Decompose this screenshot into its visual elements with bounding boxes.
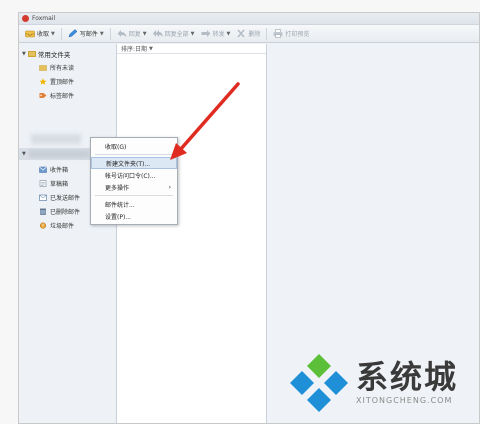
folder-icon: [39, 64, 47, 71]
forward-icon: [201, 30, 210, 37]
sidebar-item-label: 草稿箱: [50, 180, 69, 188]
menu-item-label: 收取(G): [105, 143, 127, 151]
menu-item-label: 帐号访问口令(C)...: [105, 172, 156, 180]
sort-label: 排序:日期: [121, 46, 148, 53]
sidebar-item-pinned[interactable]: 置顶邮件: [19, 74, 116, 88]
folder-sidebar: ▼ 常用文件夹 所有未读 置顶邮件 标签邮件 ▼ 收件箱 草稿箱 已发送邮件 已…: [19, 44, 117, 423]
chevron-right-icon: ›: [168, 183, 171, 191]
chevron-down-icon[interactable]: ▼: [149, 46, 153, 52]
menu-item-label: 更多操作: [105, 184, 130, 192]
chevron-down-icon[interactable]: ▼: [143, 31, 147, 37]
star-icon: [39, 77, 47, 85]
sidebar-item-label: 收件箱: [50, 166, 69, 174]
logo-diamond-top: [307, 354, 331, 378]
folder-icon: [27, 51, 36, 57]
chevron-down-icon[interactable]: ▼: [51, 31, 55, 37]
toolbar: 收取 ▼ 写邮件 ▼ 回复 ▼ 回复全部 ▼ 转发 ▼ 删除 打印预览: [19, 25, 479, 43]
sort-header[interactable]: 排序:日期 ▼: [117, 44, 266, 54]
toolbar-divider: [266, 27, 268, 40]
reply-all-icon: [152, 30, 163, 37]
sent-icon: [39, 194, 47, 201]
menu-item-receive[interactable]: 收取(G): [91, 140, 177, 152]
reply-label: 回复: [128, 31, 141, 38]
blurred-region: [31, 134, 81, 144]
receive-label: 收取: [37, 31, 50, 38]
watermark-title: 系统城: [356, 358, 459, 396]
expand-triangle-icon[interactable]: ▼: [22, 51, 26, 57]
logo-diamond-left: [290, 371, 314, 395]
printer-icon: [273, 29, 283, 38]
chevron-down-icon[interactable]: ▼: [100, 31, 104, 37]
inbox-receive-icon: [25, 30, 35, 38]
common-folders-group: ▼ 常用文件夹 所有未读 置顶邮件 标签邮件: [19, 44, 116, 102]
expand-triangle-icon[interactable]: ▼: [22, 151, 26, 157]
sidebar-item-label: 垃圾邮件: [50, 222, 75, 230]
reply-button[interactable]: 回复 ▼: [117, 29, 147, 38]
delete-x-icon: [237, 29, 245, 38]
draft-icon: [39, 179, 47, 187]
print-preview-button[interactable]: 打印预览: [273, 29, 309, 38]
common-folders-label: 常用文件夹: [37, 51, 71, 59]
watermark-url: XITONGCHENG.COM: [356, 396, 453, 405]
delete-label: 删除: [248, 31, 261, 38]
sidebar-item-label: 标签邮件: [50, 92, 75, 100]
window-title: Foxmail: [32, 15, 56, 22]
context-menu: 收取(G) 新建文件夹(T)... 帐号访问口令(C)... 更多操作 › 邮件…: [90, 137, 178, 225]
toolbar-divider: [60, 27, 62, 40]
sidebar-item-all-unread[interactable]: 所有未读: [19, 60, 116, 74]
sidebar-item-tagged[interactable]: 标签邮件: [19, 88, 116, 102]
sidebar-item-label: 已发送邮件: [50, 194, 81, 202]
menu-item-label: 设置(P)...: [105, 213, 132, 221]
reply-icon: [117, 30, 127, 37]
message-list-pane[interactable]: 排序:日期 ▼: [117, 44, 267, 423]
menu-divider: [95, 195, 173, 196]
receive-button[interactable]: 收取 ▼: [25, 29, 55, 38]
menu-item-account-password[interactable]: 帐号访问口令(C)...: [91, 169, 177, 181]
spam-icon: [39, 222, 47, 229]
menu-item-new-folder[interactable]: 新建文件夹(T)...: [91, 157, 177, 169]
reply-all-button[interactable]: 回复全部 ▼: [152, 29, 195, 38]
menu-divider: [95, 154, 173, 155]
inbox-icon: [39, 166, 47, 173]
menu-item-label: 邮件统计...: [105, 201, 135, 209]
forward-label: 转发: [212, 31, 225, 38]
foxmail-logo-icon: [22, 15, 29, 22]
xitongcheng-logo-icon: [290, 354, 348, 412]
pen-compose-icon: [68, 29, 78, 38]
compose-label: 写邮件: [79, 31, 98, 38]
trash-icon: [40, 208, 46, 215]
tag-icon: [39, 92, 47, 98]
reply-all-label: 回复全部: [164, 31, 189, 38]
forward-button[interactable]: 转发 ▼: [201, 29, 231, 38]
common-folders-header[interactable]: ▼ 常用文件夹: [19, 48, 116, 60]
menu-item-settings[interactable]: 设置(P)...: [91, 210, 177, 222]
chevron-down-icon[interactable]: ▼: [227, 31, 231, 37]
logo-diamond-right: [324, 371, 348, 395]
menu-item-mail-stats[interactable]: 邮件统计...: [91, 198, 177, 210]
menu-item-more-actions[interactable]: 更多操作 ›: [91, 181, 177, 193]
compose-button[interactable]: 写邮件 ▼: [68, 29, 104, 38]
toolbar-divider: [109, 27, 111, 40]
chevron-down-icon[interactable]: ▼: [191, 31, 195, 37]
sidebar-item-label: 所有未读: [50, 64, 75, 72]
sidebar-item-label: 置顶邮件: [50, 78, 75, 86]
menu-item-label: 新建文件夹(T)...: [106, 160, 151, 168]
title-bar: Foxmail: [19, 13, 479, 25]
delete-button[interactable]: 删除: [236, 29, 260, 38]
watermark: 系统城 XITONGCHENG.COM: [288, 350, 478, 420]
account-name-blurred: [29, 150, 89, 158]
print-preview-label: 打印预览: [285, 31, 310, 38]
sidebar-item-label: 已删除邮件: [50, 208, 81, 216]
logo-diamond-bottom: [307, 388, 331, 412]
